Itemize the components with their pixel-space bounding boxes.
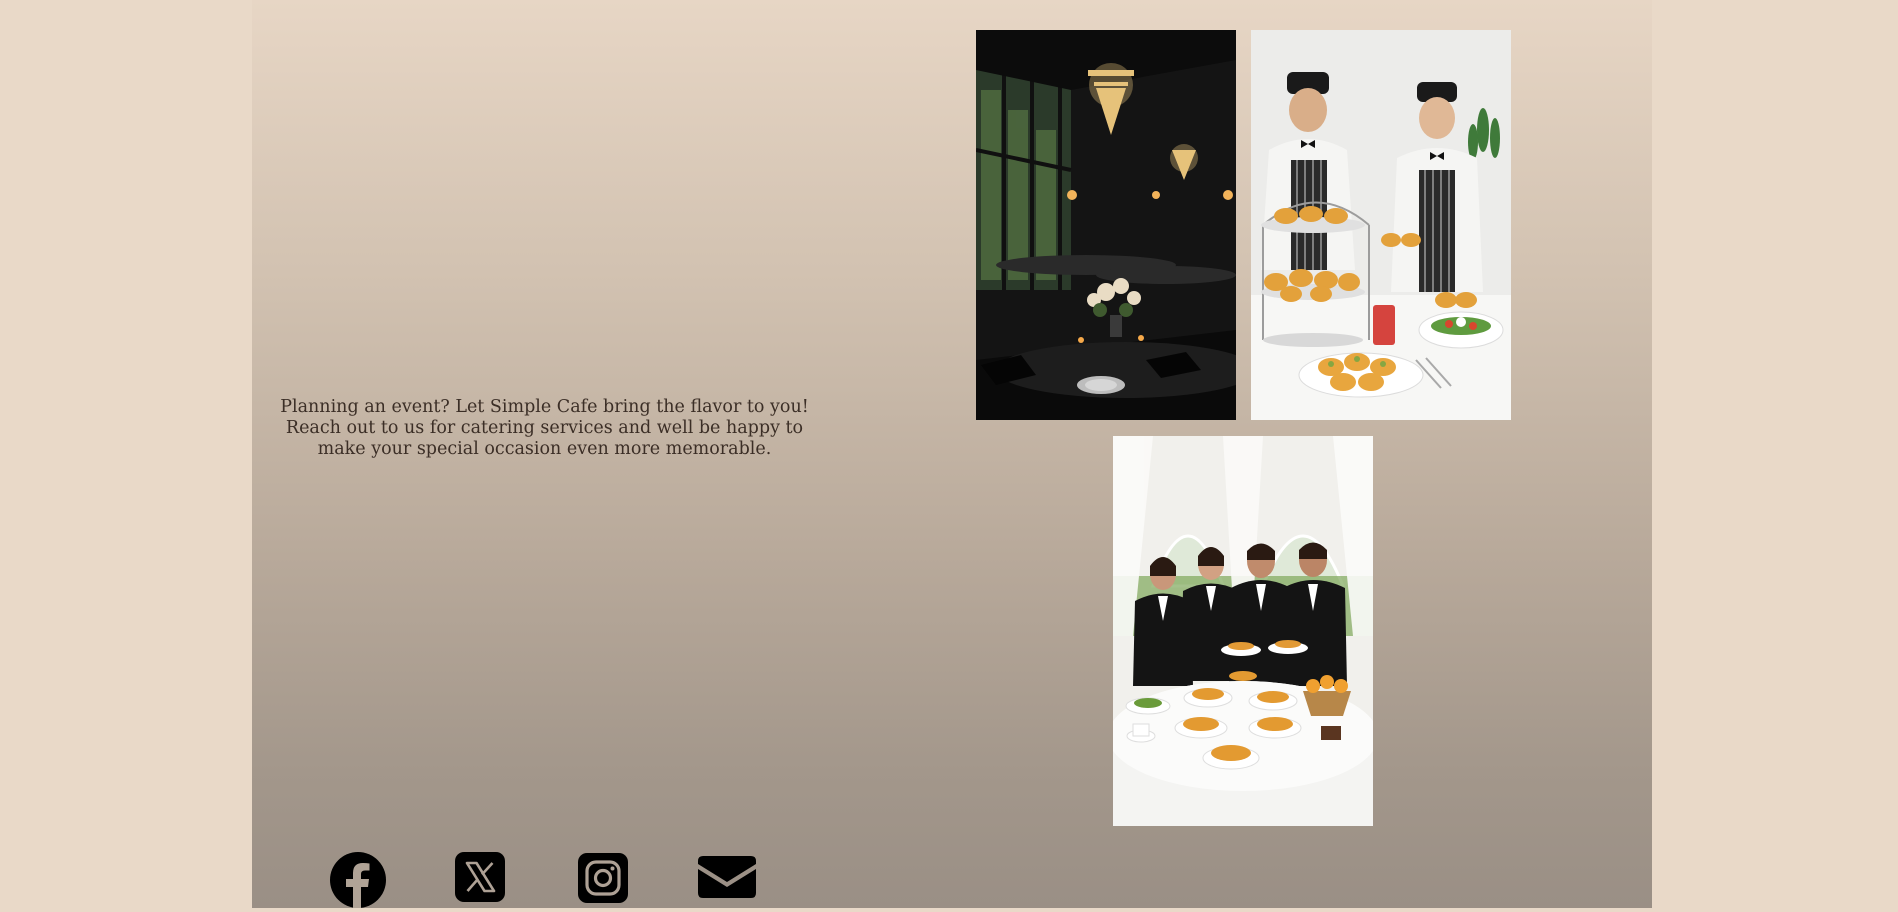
catering-dining-room-photo — [976, 30, 1236, 420]
instagram-link[interactable] — [578, 852, 630, 912]
facebook-icon — [330, 852, 386, 908]
facebook-link[interactable] — [330, 852, 386, 912]
catering-message: Planning an event? Let Simple Cafe bring… — [280, 397, 809, 459]
catering-chefs-photo — [1251, 30, 1511, 420]
catering-team-photo — [1113, 436, 1373, 826]
x-link[interactable] — [455, 852, 507, 912]
email-link[interactable] — [698, 852, 756, 912]
catering-section: Planning an event? Let Simple Cafe bring… — [252, 0, 1652, 908]
x-icon — [455, 852, 505, 902]
instagram-icon — [578, 853, 628, 903]
envelope-icon — [698, 856, 756, 898]
